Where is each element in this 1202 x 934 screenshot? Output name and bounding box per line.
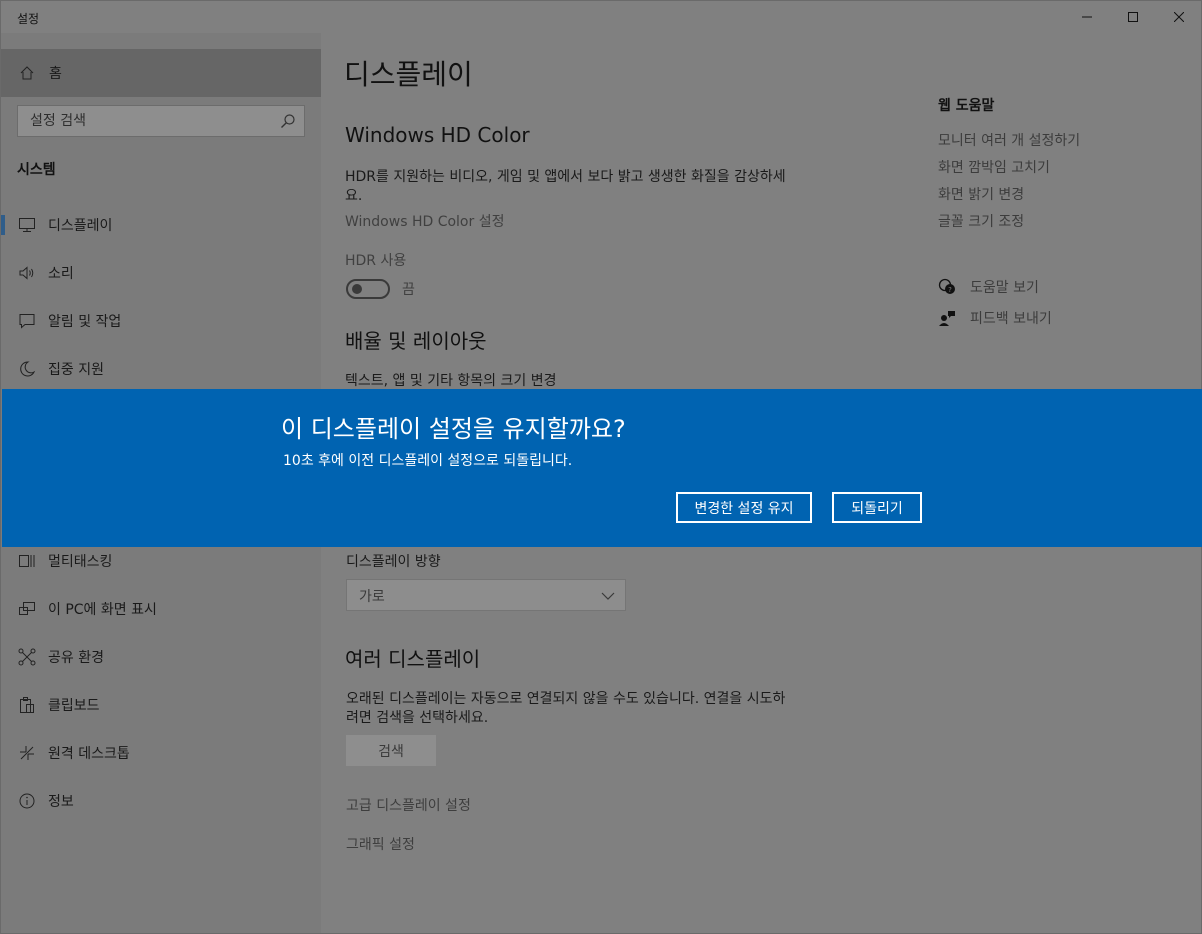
page-title: 디스플레이 (344, 58, 473, 91)
hdr-toggle[interactable] (346, 279, 390, 299)
home-nav-item[interactable]: 홈 (1, 49, 321, 97)
sidebar-item-label: 원격 데스크톱 (48, 746, 130, 762)
hd-color-settings-link[interactable]: Windows HD Color 설정 (345, 213, 504, 232)
graphics-settings-link[interactable]: 그래픽 설정 (346, 834, 415, 854)
settings-window: 설정 홈 시스템 디스플레이 소리 (0, 0, 1202, 934)
sidebar-item-shared-experiences[interactable]: 공유 환경 (1, 633, 321, 681)
title-bar: 설정 (1, 1, 1201, 33)
get-help-link[interactable]: ? 도움말 보기 (938, 277, 1039, 297)
help-link-screen-flicker[interactable]: 화면 깜박임 고치기 (938, 157, 1050, 177)
sidebar-item-label: 알림 및 작업 (48, 314, 122, 330)
hdr-label: HDR 사용 (345, 253, 407, 269)
help-link-brightness[interactable]: 화면 밝기 변경 (938, 184, 1024, 204)
revert-button[interactable]: 되돌리기 (832, 492, 922, 523)
maximize-icon (1128, 12, 1138, 22)
feedback-icon (938, 309, 956, 327)
sidebar-item-about[interactable]: 정보 (1, 777, 321, 825)
minimize-icon (1082, 16, 1092, 18)
sidebar-item-label: 이 PC에 화면 표시 (48, 602, 157, 618)
advanced-display-settings-link[interactable]: 고급 디스플레이 설정 (346, 795, 471, 815)
maximize-button[interactable] (1110, 1, 1156, 33)
toggle-knob (352, 284, 362, 294)
send-feedback-label: 피드백 보내기 (970, 311, 1052, 327)
scale-layout-heading: 배율 및 레이아웃 (345, 329, 487, 353)
multiple-displays-heading: 여러 디스플레이 (345, 647, 481, 671)
svg-text:?: ? (948, 286, 952, 294)
help-link-multiple-monitors[interactable]: 모니터 여러 개 설정하기 (938, 130, 1080, 150)
help-chat-icon: ? (938, 278, 956, 296)
sidebar-item-project[interactable]: 이 PC에 화면 표시 (1, 585, 321, 633)
sidebar-item-label: 소리 (48, 266, 74, 282)
sidebar-item-clipboard[interactable]: 클립보드 (1, 681, 321, 729)
share-icon (18, 648, 36, 666)
window-title: 설정 (17, 12, 40, 26)
orientation-label: 디스플레이 방향 (346, 554, 441, 570)
close-button[interactable] (1156, 1, 1202, 33)
multiple-displays-description: 오래된 디스플레이는 자동으로 연결되지 않을 수도 있습니다. 연결을 시도하… (346, 691, 786, 726)
search-input[interactable] (18, 106, 268, 136)
sidebar-item-label: 집중 지원 (48, 362, 104, 378)
chevron-down-icon (601, 592, 615, 600)
sidebar-item-label: 공유 환경 (48, 650, 104, 666)
notification-icon (18, 312, 36, 330)
multitask-icon (18, 552, 36, 570)
remote-icon (18, 744, 36, 762)
sidebar-item-remote-desktop[interactable]: 원격 데스크톱 (1, 729, 321, 777)
project-icon (18, 600, 36, 618)
sidebar-item-label: 클립보드 (48, 698, 100, 714)
hd-color-heading: Windows HD Color (345, 123, 530, 147)
detect-button[interactable]: 검색 (346, 735, 436, 766)
web-help-heading: 웹 도움말 (938, 98, 995, 114)
send-feedback-link[interactable]: 피드백 보내기 (938, 308, 1052, 328)
search-icon[interactable] (280, 113, 296, 129)
clipboard-icon (18, 696, 36, 714)
keep-display-settings-banner: 이 디스플레이 설정을 유지할까요? 10초 후에 이전 디스플레이 설정으로 … (2, 389, 1202, 547)
sidebar-item-focus-assist[interactable]: 집중 지원 (1, 345, 321, 393)
info-icon (18, 792, 36, 810)
keep-changes-button[interactable]: 변경한 설정 유지 (676, 492, 812, 523)
close-icon (1174, 12, 1184, 22)
monitor-icon (18, 216, 36, 234)
sidebar-item-sound[interactable]: 소리 (1, 249, 321, 297)
orientation-dropdown[interactable]: 가로 (346, 579, 626, 611)
moon-icon (18, 360, 36, 378)
sidebar-item-notifications[interactable]: 알림 및 작업 (1, 297, 321, 345)
minimize-button[interactable] (1064, 1, 1110, 33)
sidebar-section-title: 시스템 (17, 162, 56, 178)
sidebar-item-display[interactable]: 디스플레이 (1, 201, 321, 249)
speaker-icon (18, 264, 36, 282)
hd-color-description: HDR를 지원하는 비디오, 게임 및 앱에서 보다 밝고 생생한 화질을 감상… (345, 169, 786, 204)
orientation-value: 가로 (359, 589, 385, 605)
sidebar-item-label: 멀티태스킹 (48, 554, 113, 570)
banner-question: 이 디스플레이 설정을 유지할까요? (281, 415, 626, 443)
banner-countdown-text: 10초 후에 이전 디스플레이 설정으로 되돌립니다. (283, 453, 573, 469)
settings-search-box (17, 105, 305, 137)
sidebar-item-label: 정보 (48, 794, 74, 810)
help-link-font-size[interactable]: 글꼴 크기 조정 (938, 211, 1024, 231)
home-icon (19, 65, 35, 81)
get-help-label: 도움말 보기 (970, 280, 1039, 296)
home-label: 홈 (49, 66, 62, 82)
hdr-state: 끔 (402, 282, 415, 298)
sidebar-item-label: 디스플레이 (48, 218, 113, 234)
